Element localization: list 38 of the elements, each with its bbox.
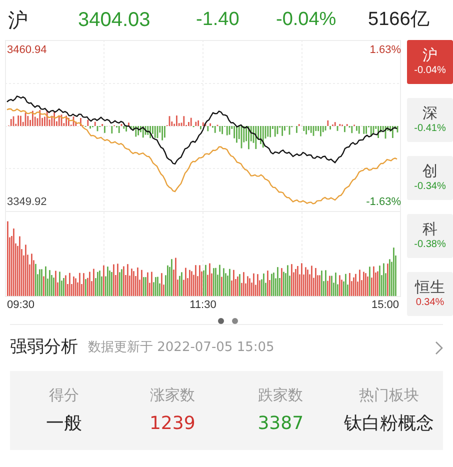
axis-label: -1.63% <box>366 195 401 210</box>
turnover: 5166亿 <box>368 8 430 32</box>
index-name: 创 <box>422 162 438 180</box>
index-tab[interactable]: 深 -0.41% <box>407 98 453 142</box>
stat-label: 得分 <box>49 384 80 406</box>
axis-label: 3349.92 <box>7 195 47 210</box>
stat-label: 涨家数 <box>150 384 195 406</box>
stat-label: 热门板块 <box>358 384 419 406</box>
time-label: 11:30 <box>190 298 216 313</box>
index-name: 深 <box>422 104 438 122</box>
stat-value: 一般 <box>46 412 82 436</box>
chevron-right-icon[interactable] <box>435 341 443 355</box>
index-price: 3404.03 <box>78 8 152 33</box>
index-change: -0.34% <box>414 180 446 194</box>
time-label: 15:00 <box>371 298 399 313</box>
section-title: 强弱分析 <box>10 336 78 360</box>
price-change: -1.40 <box>196 8 240 32</box>
percent-change: -0.04% <box>276 8 338 32</box>
axis-label: 3460.94 <box>7 43 47 58</box>
time-label: 09:30 <box>7 298 35 313</box>
update-time: 数据更新于 2022-07-05 15:05 <box>88 339 274 358</box>
index-change: -0.04% <box>414 64 446 78</box>
index-name: 沪 <box>422 46 438 64</box>
index-tab[interactable]: 科 -0.38% <box>407 214 453 258</box>
index-change: 0.34% <box>416 296 444 310</box>
stat-label: 跌家数 <box>258 384 304 406</box>
index-tab[interactable]: 恒生 0.34% <box>407 272 453 316</box>
index-name: 恒生 <box>415 278 445 296</box>
axis-label: 1.63% <box>370 43 401 58</box>
index-tab[interactable]: 沪 -0.04% <box>407 40 453 84</box>
stat-value: 3387 <box>258 412 304 436</box>
stat-value: 1239 <box>149 412 196 436</box>
stat-value: 钛白粉概念 <box>344 412 434 436</box>
index-tab[interactable]: 创 -0.34% <box>407 156 453 200</box>
index-change: -0.38% <box>414 238 446 252</box>
index-change: -0.41% <box>414 122 446 136</box>
index-name: 沪 <box>8 7 29 34</box>
index-name: 科 <box>422 220 438 238</box>
